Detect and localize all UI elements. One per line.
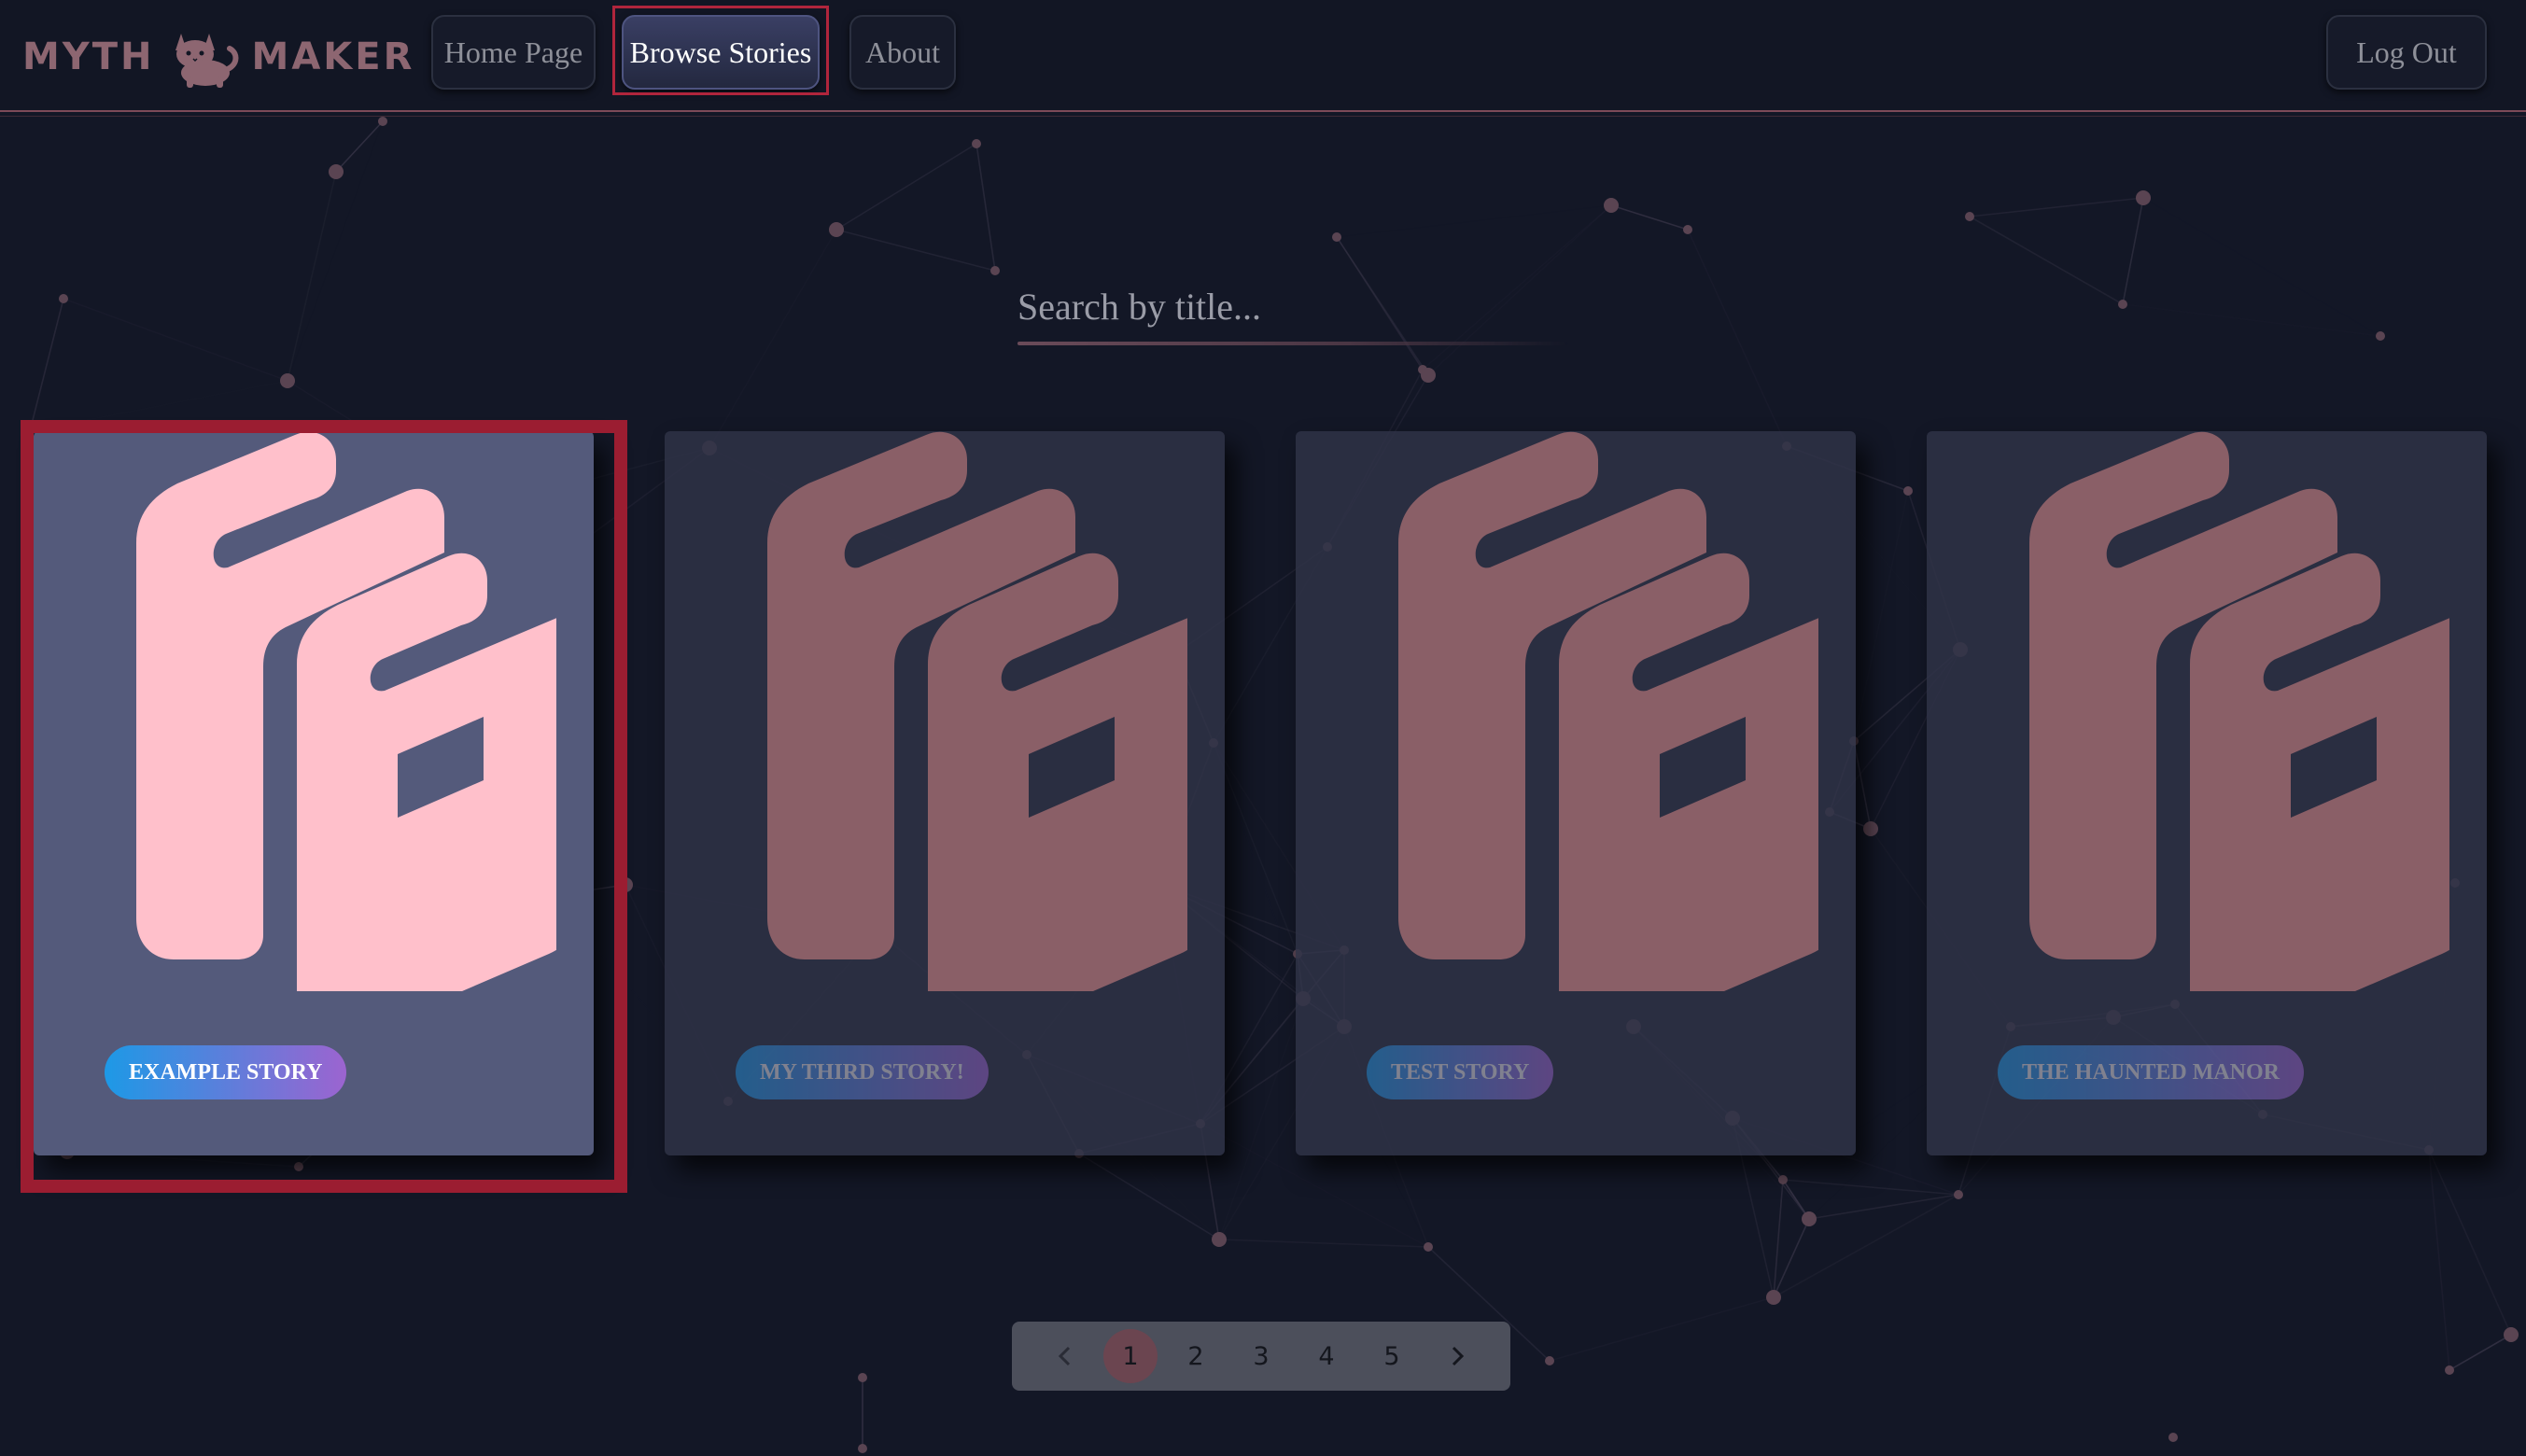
chevron-left-icon xyxy=(1058,1346,1071,1366)
page-button[interactable]: 5 xyxy=(1365,1329,1419,1383)
chevron-right-icon xyxy=(1452,1346,1465,1366)
search-bar xyxy=(1017,276,1578,345)
page-button[interactable]: 1 xyxy=(1103,1329,1158,1383)
books-icon xyxy=(1973,431,2449,991)
logo-text-maker: MAKER xyxy=(251,35,415,78)
next-page-button[interactable] xyxy=(1430,1329,1484,1383)
books-icon xyxy=(1342,431,1818,991)
story-card[interactable]: Example Story xyxy=(34,431,594,1155)
logo-text-myth: MYTH xyxy=(22,35,155,78)
story-title-tag: My Third Story! xyxy=(736,1045,989,1099)
story-title-tag: The Haunted Manor xyxy=(1998,1045,2305,1099)
search-input[interactable] xyxy=(1017,276,1578,336)
app-logo[interactable]: MYTH MAKER xyxy=(22,26,414,88)
top-navbar: MYTH MAKER Home Page Browse Stories Abou… xyxy=(0,0,2526,117)
story-card[interactable]: The Haunted Manor xyxy=(1927,431,2487,1155)
search-underline xyxy=(1017,342,1568,345)
nav-about-button[interactable]: About xyxy=(849,15,956,90)
story-title-tag: Test Story xyxy=(1367,1045,1554,1099)
books-icon xyxy=(711,431,1187,991)
pagination: 1 2 3 4 5 xyxy=(1012,1322,1510,1391)
story-card[interactable]: Test Story xyxy=(1296,431,1856,1155)
books-icon xyxy=(80,431,556,991)
header-divider-secondary xyxy=(0,116,2526,117)
page-button[interactable]: 2 xyxy=(1169,1329,1223,1383)
story-card[interactable]: My Third Story! xyxy=(665,431,1225,1155)
nav-home-button[interactable]: Home Page xyxy=(431,15,596,90)
nav-browse-stories-button[interactable]: Browse Stories xyxy=(622,15,820,90)
page-button[interactable]: 3 xyxy=(1234,1329,1288,1383)
story-title-tag: Example Story xyxy=(105,1045,347,1099)
logout-button[interactable]: Log Out xyxy=(2326,15,2487,90)
cat-icon xyxy=(175,34,238,88)
page-button[interactable]: 4 xyxy=(1299,1329,1354,1383)
prev-page-button[interactable] xyxy=(1038,1329,1092,1383)
header-divider xyxy=(0,110,2526,112)
